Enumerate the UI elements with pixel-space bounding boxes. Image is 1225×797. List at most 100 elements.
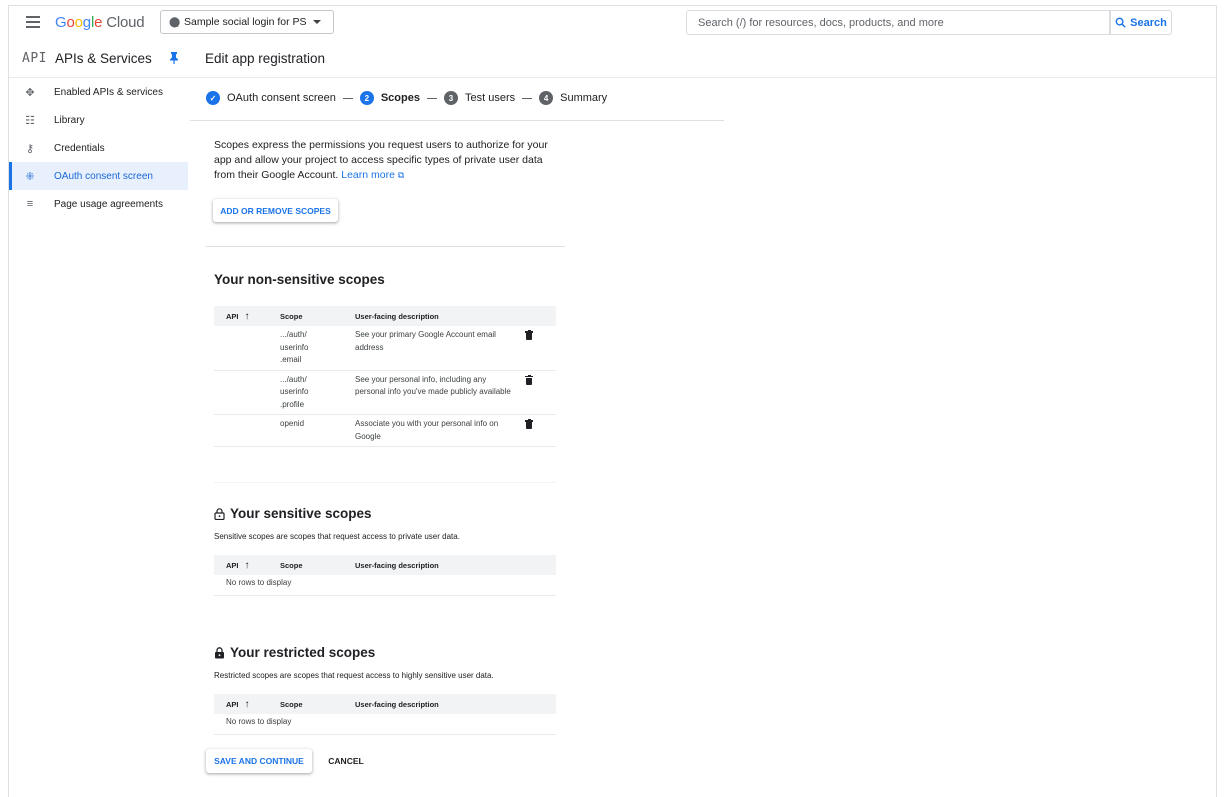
step-oauth-consent-screen[interactable]: OAuth consent screen <box>227 92 336 104</box>
hamburger-menu-icon[interactable] <box>26 16 40 28</box>
divider <box>190 120 724 121</box>
description-value: See your primary Google Account email ad… <box>355 330 496 352</box>
sensitive-scopes-heading: Your sensitive scopes <box>214 506 372 521</box>
heading-text: Your sensitive scopes <box>230 506 372 521</box>
dropdown-arrow-icon <box>312 20 321 24</box>
check-icon: ✓ <box>206 91 220 105</box>
step-separator <box>522 97 533 99</box>
sort-arrow-up-icon: ↑ <box>244 559 250 571</box>
project-name: Sample social login for PS <box>184 16 307 28</box>
non-sensitive-scopes-table: API ↑ Scope User-facing description .../a… <box>214 306 556 447</box>
section-title: APIs & Services <box>55 51 152 66</box>
sidebar: ✥ Enabled APIs & services ☷ Library ⚷ Cr… <box>9 78 188 218</box>
sidebar-item-credentials[interactable]: ⚷ Credentials <box>9 134 188 162</box>
restricted-scopes-description: Restricted scopes are scopes that reques… <box>214 671 494 680</box>
page-title: Edit app registration <box>205 51 326 66</box>
step-number: 2 <box>359 91 374 105</box>
cell-scope: openid <box>280 419 305 428</box>
restricted-scopes-table: API ↑ Scope User-facing description No ro… <box>214 694 556 735</box>
description-value: Associate you with your personal info on… <box>355 419 499 441</box>
scope-value: .../auth/ userinfo .profile <box>280 374 309 409</box>
column-description: User-facing description <box>355 560 439 570</box>
description-value: See your personal info, including any pe… <box>355 374 511 397</box>
sort-arrow-up-icon: ↑ <box>244 310 250 322</box>
column-scope: Scope <box>280 699 303 709</box>
column-api[interactable]: API ↑ <box>214 560 280 571</box>
step-number: 4 <box>539 91 554 105</box>
heading-text: Your non-sensitive scopes <box>214 272 385 287</box>
step-summary[interactable]: Summary <box>560 92 607 104</box>
oauth-icon: ⁜ <box>25 170 35 183</box>
cell-description: Associate you with your personal info on… <box>355 418 525 443</box>
search-icon <box>1115 17 1126 28</box>
project-picker[interactable]: ⬤̣ Sample social login for PS <box>160 10 334 34</box>
cell-api <box>214 418 280 443</box>
non-sensitive-scopes-heading: Your non-sensitive scopes <box>214 272 385 287</box>
column-label: API <box>226 699 239 709</box>
lock-icon <box>215 646 224 658</box>
sidebar-item-label: Enabled APIs & services <box>54 86 163 98</box>
search-placeholder: Search (/) for resources, docs, products… <box>698 17 944 29</box>
trash-icon[interactable] <box>525 419 533 429</box>
sidebar-item-page-usage-agreements[interactable]: ≡ Page usage agreements <box>9 190 188 218</box>
heading-text: Your restricted scopes <box>230 645 376 660</box>
column-scope: Scope <box>280 311 303 321</box>
cell-description: See your primary Google Account email ad… <box>355 329 525 367</box>
table-header: API ↑ Scope User-facing description <box>214 694 556 714</box>
step-separator <box>426 97 437 99</box>
step-scopes[interactable]: Scopes <box>381 92 420 104</box>
cell-scope: .../auth/ userinfo .email <box>280 329 355 367</box>
column-api[interactable]: API ↑ <box>214 311 280 322</box>
divider <box>206 246 565 247</box>
scopes-intro: Scopes express the permissions you reque… <box>214 138 559 183</box>
sidebar-item-label: Credentials <box>54 142 105 154</box>
project-icon: ⬤̣ <box>169 16 181 28</box>
top-bar: Google Cloud ⬤̣ Sample social login for … <box>9 6 1216 40</box>
cell-api <box>214 329 280 367</box>
sidebar-item-library[interactable]: ☷ Library <box>9 106 188 134</box>
empty-state: No rows to display <box>214 575 556 596</box>
table-row: .../auth/ userinfo .email See your prima… <box>214 326 556 371</box>
sidebar-item-label: OAuth consent screen <box>54 170 153 182</box>
column-label: API <box>226 311 239 321</box>
learn-more-link[interactable]: Learn more ⧉ <box>341 169 404 181</box>
sidebar-item-enabled-apis[interactable]: ✥ Enabled APIs & services <box>9 78 188 106</box>
step-separator <box>342 97 353 99</box>
save-and-continue-button[interactable]: SAVE AND CONTINUE <box>206 749 312 773</box>
google-cloud-logo[interactable]: Google Cloud <box>55 14 145 31</box>
sidebar-item-oauth-consent-screen[interactable]: ⁜ OAuth consent screen <box>9 162 188 190</box>
key-icon: ⚷ <box>25 142 35 155</box>
table-row: .../auth/ userinfo .profile See your per… <box>214 371 556 415</box>
add-or-remove-scopes-button[interactable]: ADD OR REMOVE SCOPES <box>213 199 338 222</box>
cell-description: See your personal info, including any pe… <box>355 374 525 412</box>
search-input[interactable]: Search (/) for resources, docs, products… <box>686 10 1110 35</box>
cancel-button[interactable]: CANCEL <box>322 749 370 773</box>
sidebar-item-label: Page usage agreements <box>54 198 163 210</box>
scope-value: .../auth/ userinfo .email <box>280 330 309 364</box>
search-button-label: Search <box>1130 16 1167 29</box>
lock-open-outline-icon <box>214 507 225 520</box>
step-test-users[interactable]: Test users <box>465 92 515 104</box>
external-link-icon: ⧉ <box>397 170 405 180</box>
column-scope: Scope <box>280 560 303 570</box>
trash-icon[interactable] <box>525 374 533 385</box>
trash-icon[interactable] <box>525 330 533 340</box>
step-number: 3 <box>443 91 458 105</box>
table-row: openid Associate you with your personal … <box>214 415 556 447</box>
settings-list-icon: ≡ <box>26 198 34 210</box>
restricted-scopes-heading: Your restricted scopes <box>214 645 375 660</box>
column-description: User-facing description <box>355 311 439 321</box>
sensitive-scopes-table: API ↑ Scope User-facing description No ro… <box>214 555 556 596</box>
table-header: API ↑ Scope User-facing description <box>214 306 556 326</box>
column-api[interactable]: API ↑ <box>214 699 280 710</box>
divider <box>214 482 556 483</box>
stepper: ✓ OAuth consent screen 2 Scopes 3 Test u… <box>206 90 607 106</box>
cell-scope: .../auth/ userinfo .profile <box>280 374 355 412</box>
diamond-arrows-icon: ✥ <box>25 86 35 99</box>
pin-icon[interactable] <box>169 52 179 64</box>
cell-api <box>214 374 280 412</box>
search-button[interactable]: Search <box>1110 10 1172 35</box>
sensitive-scopes-description: Sensitive scopes are scopes that request… <box>214 532 460 541</box>
table-header: API ↑ Scope User-facing description <box>214 555 556 575</box>
sidebar-item-label: Library <box>54 114 85 126</box>
